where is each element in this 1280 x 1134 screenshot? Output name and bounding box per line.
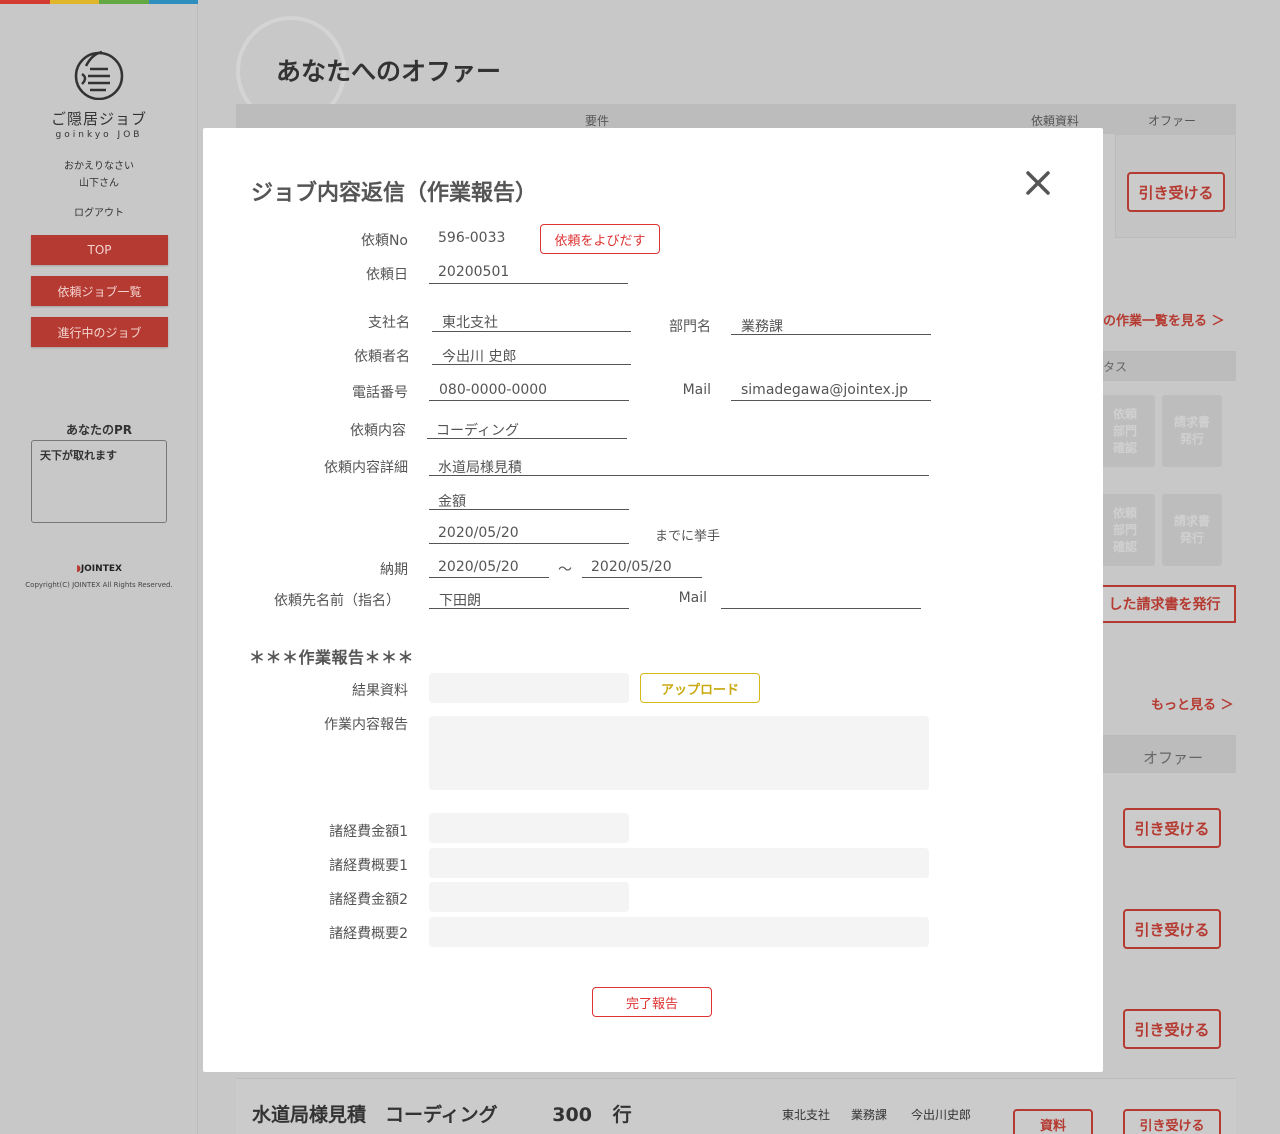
content-label: 依頼内容 [350, 423, 406, 439]
status-dept-confirm-2: 依頼 部門 確認 [1095, 494, 1155, 566]
work-report-textarea[interactable] [429, 716, 929, 790]
footer-logo: ◗JOINTEX [76, 564, 122, 574]
expense-amount-2-field[interactable] [429, 882, 629, 912]
raise-by-value: 2020/05/20 [438, 525, 519, 541]
offer-header-2-label: オファー [1143, 749, 1204, 767]
assignee-label: 依頼先名前（指名） [274, 593, 400, 609]
detail-label: 依頼内容詳細 [324, 460, 408, 476]
phone-value: 080-0000-0000 [439, 382, 548, 398]
mail-value: simadegawa@jointex.jp [741, 382, 908, 398]
dept-underline [731, 334, 931, 335]
greeting-text: おかえりなさい [64, 161, 134, 172]
expense-amount-2-label: 諸経費金額2 [329, 892, 408, 908]
deadline-to-value: 2020/05/20 [591, 559, 672, 575]
requester-underline [432, 364, 631, 365]
header-offer: オファー [1148, 114, 1197, 128]
nav-in-progress-button[interactable]: 進行中のジョブ [31, 317, 168, 347]
deadline-from-underline [429, 577, 549, 578]
accept-button-3[interactable]: 引き受ける [1123, 909, 1221, 949]
mail-label: Mail [682, 382, 711, 398]
header-materials: 依頼資料 [1031, 114, 1080, 128]
request-date-underline [429, 283, 628, 284]
request-no-label: 依頼No [360, 233, 408, 249]
dept-label: 部門名 [669, 319, 711, 335]
amount-value: 金額 [438, 494, 466, 510]
accept-button-2[interactable]: 引き受ける [1123, 808, 1221, 848]
expense-amount-1-field[interactable] [429, 813, 629, 843]
bottom-job-title: 水道局様見積 コーディング 300 行 [252, 1104, 632, 1126]
raise-by-label: までに挙手 [655, 529, 721, 544]
branch-label: 支社名 [368, 315, 410, 331]
branch-underline [432, 331, 631, 332]
recall-request-button[interactable]: 依頼をよびだす [540, 224, 660, 254]
close-icon[interactable] [1023, 168, 1053, 198]
work-report-label: 作業内容報告 [324, 717, 408, 733]
greeting: おかえりなさい 山下さん [0, 158, 198, 192]
expense-summary-2-field[interactable] [429, 917, 929, 947]
assignee-mail-underline [721, 608, 921, 609]
work-report-section-title: ＊＊＊作業報告＊＊＊ [249, 648, 415, 667]
status-invoice-2: 請求書 発行 [1162, 494, 1222, 566]
assignee-mail-label: Mail [678, 590, 707, 606]
expense-amount-1-label: 諸経費金額1 [329, 824, 408, 840]
user-name: 山下さん [79, 178, 119, 189]
branch-value: 東北支社 [442, 315, 498, 331]
deadline-label: 納期 [380, 562, 408, 578]
upload-button[interactable]: アップロード [640, 673, 760, 703]
page-title: あなたへのオファー [276, 57, 502, 86]
brand-name: ご隠居ジョブ [50, 110, 147, 128]
logout-link[interactable]: ログアウト [0, 204, 198, 219]
header-requirement: 要件 [585, 114, 610, 128]
phone-underline [429, 400, 629, 401]
assignee-value: 下田朗 [439, 593, 481, 609]
expense-summary-1-label: 諸経費概要1 [329, 858, 408, 874]
expense-summary-1-field[interactable] [429, 848, 929, 878]
status-header-label: タス [1103, 360, 1128, 374]
bottom-branch: 東北支社 [782, 1108, 831, 1122]
sidebar: ご隠居ジョブ goinkyo JOB おかえりなさい 山下さん ログアウト TO… [0, 4, 198, 1134]
result-file-field[interactable] [429, 673, 629, 703]
expense-summary-2-label: 諸経費概要2 [329, 926, 408, 942]
brand-subtitle: goinkyo JOB [55, 130, 143, 140]
nav-top-button[interactable]: TOP [31, 235, 168, 265]
accept-button-4[interactable]: 引き受ける [1123, 1009, 1221, 1049]
phone-label: 電話番号 [352, 385, 408, 401]
issue-invoice-button[interactable]: した請求書を発行 [1093, 585, 1236, 623]
bottom-person: 今出川史郎 [911, 1108, 972, 1122]
content-value: コーディング [436, 423, 520, 439]
deadline-tilde: 〜 [558, 562, 572, 578]
pr-title: あなたのPR [65, 423, 133, 437]
deadline-from-value: 2020/05/20 [438, 559, 519, 575]
accept-button[interactable]: 引き受ける [1127, 172, 1225, 212]
more-link[interactable]: もっと見る ＞ [1151, 694, 1234, 713]
dept-value: 業務課 [741, 319, 783, 335]
bottom-accept-button[interactable]: 引き受ける [1123, 1109, 1221, 1134]
detail-underline [429, 475, 929, 476]
mail-underline [731, 400, 931, 401]
detail-value: 水道局様見積 [438, 460, 522, 476]
complete-report-button[interactable]: 完了報告 [592, 987, 712, 1017]
job-reply-modal: ジョブ内容返信（作業報告） 依頼No 596-0033 依頼をよびだす 依頼日 … [203, 128, 1103, 1072]
copyright: Copyright(C) JOINTEX All Rights Reserved… [25, 581, 173, 589]
bottom-material-button[interactable]: 資料 [1013, 1109, 1093, 1134]
deadline-to-underline [582, 577, 702, 578]
requester-label: 依頼者名 [354, 349, 410, 365]
brand-logo-icon [74, 50, 124, 100]
request-date-value: 20200501 [438, 264, 510, 280]
amount-underline [429, 509, 629, 510]
assignee-underline [429, 608, 629, 609]
requester-value: 今出川 史郎 [442, 349, 517, 365]
request-date-label: 依頼日 [366, 267, 408, 283]
status-invoice: 請求書 発行 [1162, 395, 1222, 467]
pr-textarea[interactable]: 天下が取れます [31, 440, 167, 523]
raise-by-underline [429, 543, 629, 544]
view-list-link[interactable]: の作業一覧を見る ＞ [1103, 310, 1225, 329]
request-no-value: 596-0033 [438, 230, 506, 246]
modal-title: ジョブ内容返信（作業報告） [251, 181, 538, 206]
status-dept-confirm: 依頼 部門 確認 [1095, 395, 1155, 467]
nav-job-list-button[interactable]: 依頼ジョブ一覧 [31, 276, 168, 306]
bottom-dept: 業務課 [851, 1108, 888, 1122]
result-file-label: 結果資料 [352, 683, 408, 699]
content-underline [427, 438, 627, 439]
